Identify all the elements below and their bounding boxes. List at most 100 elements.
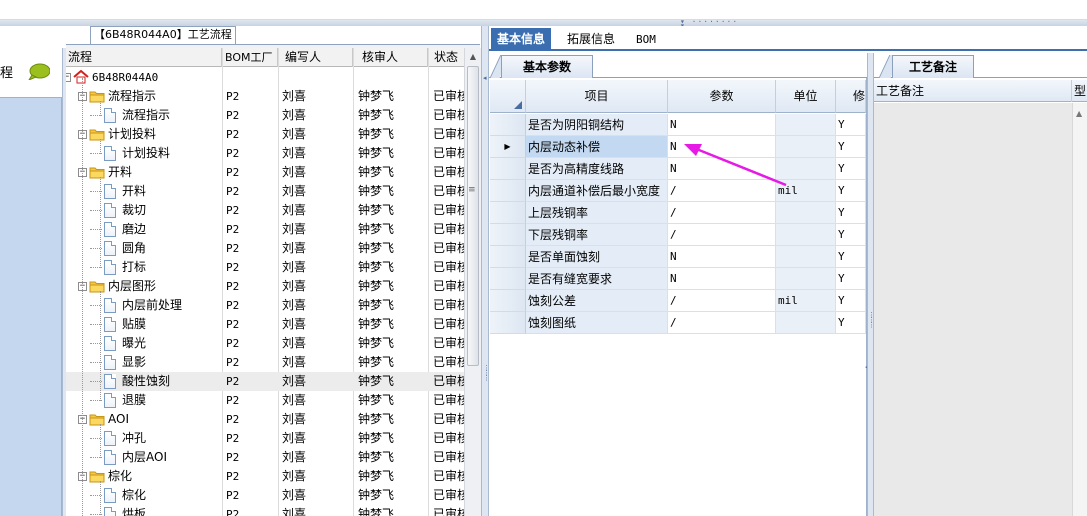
- reviewer-cell: 钟梦飞: [358, 127, 395, 141]
- document-icon: [104, 393, 116, 408]
- column-header-process[interactable]: 流程: [66, 48, 222, 67]
- tree-row[interactable]: 贴膜 P2 刘喜 钟梦飞 已审核: [66, 315, 464, 334]
- column-header-author[interactable]: 编写人: [279, 48, 353, 67]
- left-panel-item[interactable]: 程: [0, 48, 62, 98]
- tree-node-label: 棕化: [122, 488, 147, 502]
- tree-row[interactable]: 曝光 P2 刘喜 钟梦飞 已审核: [66, 334, 464, 353]
- author-cell: 刘喜: [282, 184, 307, 198]
- tree-row[interactable]: 棕化 P2 刘喜 钟梦飞 已审核: [66, 486, 464, 505]
- tree-row[interactable]: 开料 P2 刘喜 钟梦飞 已审核: [66, 182, 464, 201]
- scroll-up-icon[interactable]: ▲: [466, 50, 480, 64]
- current-row-indicator-icon[interactable]: ▶: [490, 136, 526, 158]
- tree-row[interactable]: 圆角 P2 刘喜 钟梦飞 已审核: [66, 239, 464, 258]
- tree-node-label: 显影: [122, 355, 147, 369]
- column-header-modifiable[interactable]: 修: [836, 80, 866, 113]
- reviewer-cell: 钟梦飞: [358, 412, 395, 426]
- status-cell: 已审核: [433, 298, 464, 312]
- tree-row[interactable]: 显影 P2 刘喜 钟梦飞 已审核: [66, 353, 464, 372]
- param-value-cell[interactable]: /: [668, 224, 776, 246]
- scroll-up-icon[interactable]: ▲: [1076, 109, 1082, 118]
- collapse-toggle-icon[interactable]: −: [66, 73, 71, 82]
- column-header-reviewer[interactable]: 核审人: [354, 48, 428, 67]
- tree-row[interactable]: 内层前处理 P2 刘喜 钟梦飞 已审核: [66, 296, 464, 315]
- tab-basic-params[interactable]: 基本参数: [501, 55, 593, 78]
- param-value-cell[interactable]: N: [668, 246, 776, 268]
- tree-row[interactable]: 冲孔 P2 刘喜 钟梦飞 已审核: [66, 429, 464, 448]
- param-row[interactable]: 是否有缝宽要求 N Y: [490, 268, 866, 290]
- row-header[interactable]: [490, 202, 526, 224]
- right-splitter[interactable]: ⋮ ⋮ ⋮: [867, 53, 875, 516]
- tab-extended-info[interactable]: 拓展信息: [561, 28, 621, 51]
- column-header-item[interactable]: 项目: [526, 80, 668, 113]
- tree-folder-row[interactable]: − 计划投料 P2 刘喜 钟梦飞 已审核: [66, 125, 464, 144]
- row-header[interactable]: [490, 268, 526, 290]
- param-modifiable-cell: Y: [836, 136, 866, 158]
- scrollbar-thumb[interactable]: [467, 66, 479, 366]
- bom-plant-cell: P2: [226, 280, 240, 293]
- param-item-cell: 内层通道补偿后最小宽度: [526, 180, 668, 202]
- param-value-cell[interactable]: N: [668, 268, 776, 290]
- tab-process-notes[interactable]: 工艺备注: [892, 55, 974, 78]
- tree-scrollbar[interactable]: ▲ ≡: [464, 48, 481, 516]
- column-header-notes[interactable]: 工艺备注: [876, 80, 1072, 102]
- status-cell: [433, 68, 464, 87]
- tab-bom[interactable]: BOM: [630, 28, 662, 51]
- tree-root-row[interactable]: − 6B48R044A0: [66, 68, 464, 87]
- tree-folder-row[interactable]: − AOI P2 刘喜 钟梦飞 已审核: [66, 410, 464, 429]
- row-header[interactable]: [490, 246, 526, 268]
- tab-basic-info[interactable]: 基本信息: [491, 28, 552, 51]
- bom-plant-cell: P2: [226, 90, 240, 103]
- tree-row[interactable]: 退膜 P2 刘喜 钟梦飞 已审核: [66, 391, 464, 410]
- notes-scrollbar[interactable]: ▲: [1072, 103, 1087, 516]
- grid-corner[interactable]: [490, 80, 526, 113]
- param-value-cell[interactable]: /: [668, 290, 776, 312]
- splitter-arrow-icon[interactable]: ◂: [483, 75, 487, 82]
- tree-folder-row[interactable]: − 棕化 P2 刘喜 钟梦飞 已审核: [66, 467, 464, 486]
- row-header[interactable]: [490, 158, 526, 180]
- tree-row[interactable]: 打标 P2 刘喜 钟梦飞 已审核: [66, 258, 464, 277]
- row-header[interactable]: [490, 114, 526, 136]
- row-header[interactable]: [490, 290, 526, 312]
- param-row[interactable]: 是否单面蚀刻 N Y: [490, 246, 866, 268]
- param-row[interactable]: 是否为阴阳铜结构 N Y: [490, 114, 866, 136]
- tree-panel-title-tab[interactable]: 【6B48R044A0】工艺流程: [90, 26, 236, 44]
- tree-header: 流程 BOM工厂 编写人 核审人 状态: [66, 48, 464, 67]
- param-row[interactable]: 下层残铜率 / Y: [490, 224, 866, 246]
- tree-row[interactable]: 烘板 P2 刘喜 钟梦飞 已审核: [66, 505, 464, 516]
- tree-row[interactable]: 磨边 P2 刘喜 钟梦飞 已审核: [66, 220, 464, 239]
- splitter-grip-icon[interactable]: ⋮ ⋮ ⋮: [483, 365, 490, 382]
- tree-folder-row[interactable]: − 内层图形 P2 刘喜 钟梦飞 已审核: [66, 277, 464, 296]
- param-row[interactable]: 内层通道补偿后最小宽度 / mil Y: [490, 180, 866, 202]
- column-header-param[interactable]: 参数: [668, 80, 776, 113]
- param-value-cell[interactable]: N: [668, 114, 776, 136]
- row-header[interactable]: [490, 312, 526, 334]
- tree-folder-row[interactable]: − 开料 P2 刘喜 钟梦飞 已审核: [66, 163, 464, 182]
- param-row[interactable]: 蚀刻图纸 / Y: [490, 312, 866, 334]
- folder-icon: [89, 129, 105, 141]
- column-header-bom-plant[interactable]: BOM工厂: [223, 48, 278, 67]
- param-row[interactable]: 蚀刻公差 / mil Y: [490, 290, 866, 312]
- notes-body[interactable]: [874, 103, 1072, 516]
- splitter-grip-icon[interactable]: ⋮ ⋮ ⋮: [868, 312, 875, 329]
- tree-row[interactable]: 流程指示 P2 刘喜 钟梦飞 已审核: [66, 106, 464, 125]
- param-value-cell[interactable]: /: [668, 202, 776, 224]
- tree-folder-row[interactable]: − 流程指示 P2 刘喜 钟梦飞 已审核: [66, 87, 464, 106]
- notes-tab-line: 工艺备注: [874, 53, 1087, 78]
- status-cell: 已审核: [433, 241, 464, 255]
- splitter-grip-icon[interactable]: ▾ ········ ▾: [680, 18, 740, 30]
- middle-splitter[interactable]: ◂ ⋮ ⋮ ⋮: [481, 26, 490, 516]
- param-value-cell[interactable]: /: [668, 312, 776, 334]
- tree-row[interactable]: 裁切 P2 刘喜 钟梦飞 已审核: [66, 201, 464, 220]
- column-header-type[interactable]: 型: [1074, 80, 1087, 102]
- column-header-unit[interactable]: 单位: [776, 80, 836, 113]
- row-header[interactable]: [490, 224, 526, 246]
- param-row[interactable]: 上层残铜率 / Y: [490, 202, 866, 224]
- tree-row[interactable]: 酸性蚀刻 P2 刘喜 钟梦飞 已审核: [66, 372, 464, 391]
- author-cell: 刘喜: [282, 146, 307, 160]
- row-header[interactable]: [490, 180, 526, 202]
- tree-row[interactable]: 计划投料 P2 刘喜 钟梦飞 已审核: [66, 144, 464, 163]
- param-row[interactable]: 是否为高精度线路 N Y: [490, 158, 866, 180]
- param-row[interactable]: ▶ 内层动态补偿 N Y: [490, 136, 866, 158]
- tree-row[interactable]: 内层AOI P2 刘喜 钟梦飞 已审核: [66, 448, 464, 467]
- column-header-status[interactable]: 状态: [429, 48, 464, 67]
